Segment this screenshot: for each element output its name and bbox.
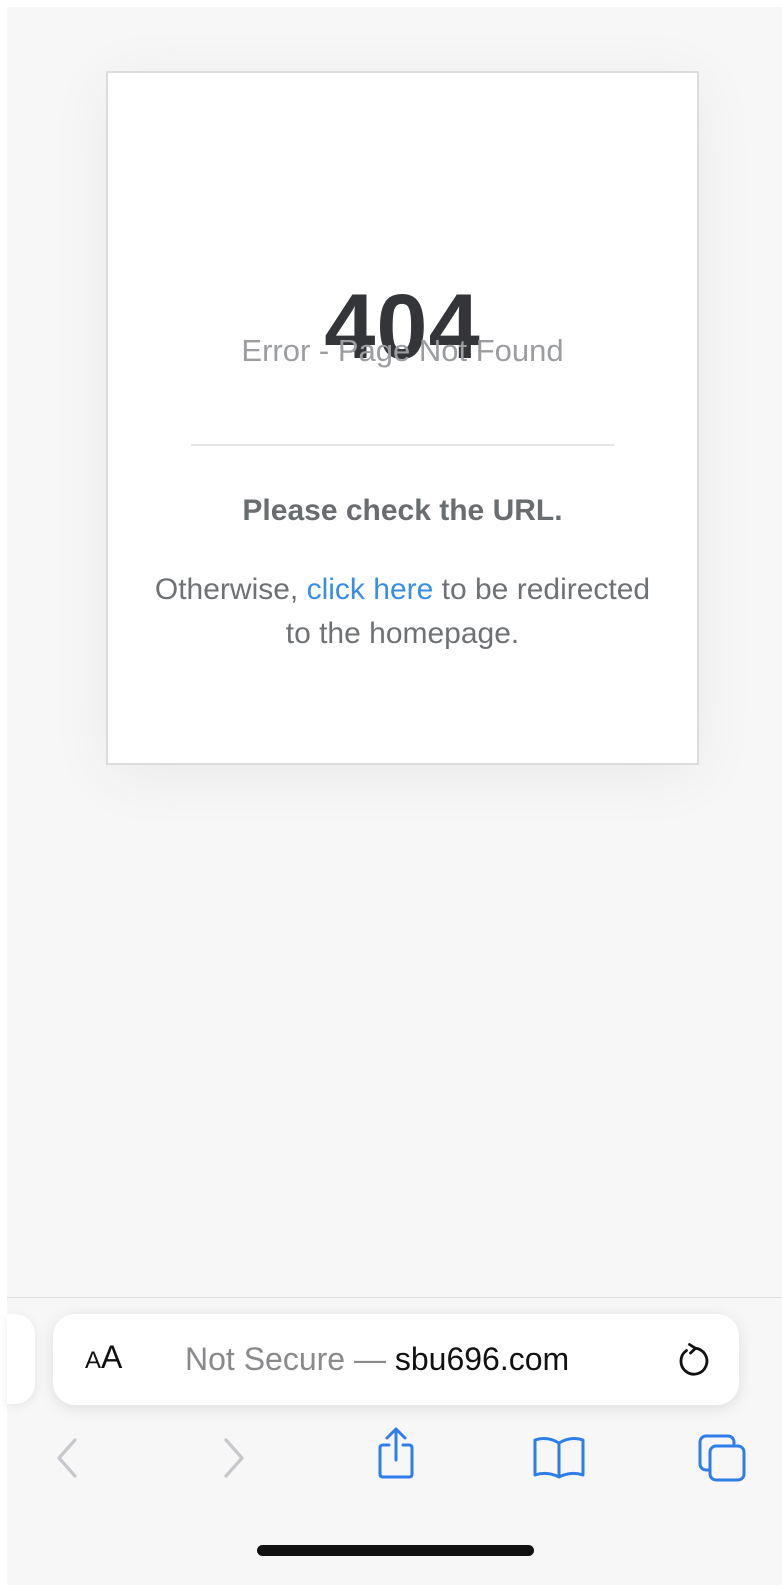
error-card: 404 Error - Page Not Found Please check … <box>106 71 699 765</box>
text-size-small-glyph: A <box>85 1347 102 1374</box>
redirect-prefix: Otherwise, <box>154 573 307 606</box>
divider <box>191 444 614 446</box>
security-status: Not Secure — <box>185 1341 395 1377</box>
address-bar[interactable]: AA Not Secure — sbu696.com <box>53 1314 739 1405</box>
chevron-right-icon[interactable] <box>206 1430 262 1486</box>
tabs-icon[interactable] <box>694 1430 750 1486</box>
text-size-large-glyph: A <box>101 1339 123 1375</box>
redirect-message: Otherwise, click here to be redirected t… <box>148 568 657 656</box>
page-settings-button[interactable]: AA <box>85 1341 122 1373</box>
url-domain: sbu696.com <box>394 1341 570 1377</box>
reload-icon[interactable] <box>673 1341 713 1381</box>
toolbar-separator <box>7 1297 782 1298</box>
share-icon[interactable] <box>368 1425 424 1481</box>
url-display[interactable]: Not Secure — sbu696.com <box>185 1341 570 1377</box>
chevron-left-icon[interactable] <box>39 1430 95 1486</box>
book-icon[interactable] <box>531 1430 587 1486</box>
home-indicator[interactable] <box>257 1545 534 1556</box>
check-url-message: Please check the URL. <box>242 494 563 527</box>
error-subtitle: Error - Page Not Found <box>241 333 564 368</box>
homepage-link[interactable]: click here <box>307 573 434 606</box>
previous-tab-preview[interactable] <box>7 1314 35 1404</box>
